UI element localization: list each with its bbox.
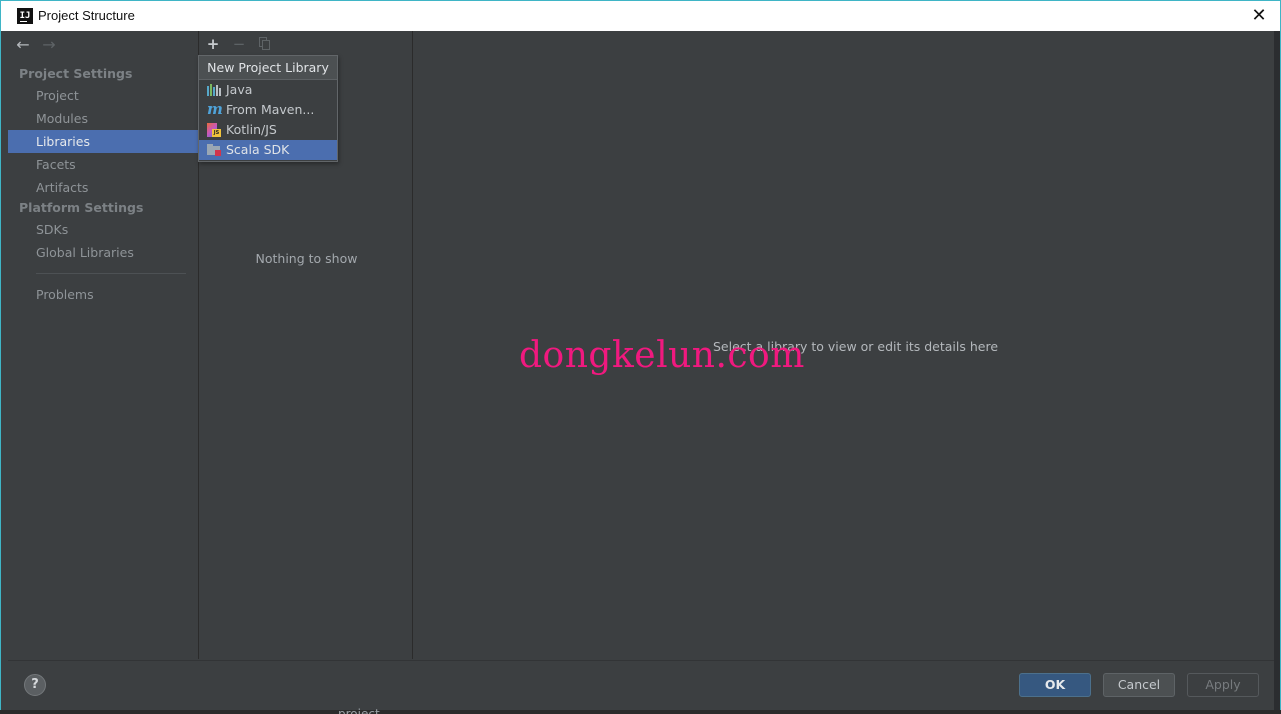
maven-icon: m xyxy=(207,100,223,118)
settings-sidebar: ← → Project Settings Project Modules Lib… xyxy=(8,31,198,659)
popup-item-from-maven[interactable]: m From Maven... xyxy=(199,100,337,120)
apply-button[interactable]: Apply xyxy=(1187,673,1259,697)
sidebar-divider xyxy=(36,273,186,274)
new-project-library-popup: New Project Library Java m From Maven...… xyxy=(198,55,338,162)
sidebar-item-facets[interactable]: Facets xyxy=(8,153,198,176)
platform-settings-header: Platform Settings xyxy=(19,200,144,215)
sidebar-item-global-libraries[interactable]: Global Libraries xyxy=(8,241,198,264)
popup-item-label: Kotlin/JS xyxy=(226,122,277,137)
window-title: Project Structure xyxy=(38,8,135,23)
background-text: project xyxy=(338,707,380,714)
arrow-right-icon[interactable]: → xyxy=(40,35,58,55)
arrow-left-icon[interactable]: ← xyxy=(14,35,32,55)
help-button[interactable]: ? xyxy=(24,674,46,696)
ok-button[interactable]: OK xyxy=(1019,673,1091,697)
background-window-strip xyxy=(0,710,1281,714)
scala-sdk-icon xyxy=(207,143,221,157)
sidebar-item-problems[interactable]: Problems xyxy=(8,283,198,306)
popup-item-java[interactable]: Java xyxy=(199,80,337,100)
watermark-text: dongkelun.com xyxy=(519,335,805,376)
window-edge-strip xyxy=(1274,31,1280,713)
popup-item-label: From Maven... xyxy=(226,102,315,117)
popup-item-label: Java xyxy=(226,82,253,97)
kotlin-js-icon: JS xyxy=(207,123,221,137)
intellij-logo-icon: IJ xyxy=(17,8,33,24)
empty-list-text: Nothing to show xyxy=(255,251,358,266)
popup-header: New Project Library xyxy=(199,56,337,80)
sidebar-item-sdks[interactable]: SDKs xyxy=(8,218,198,241)
sidebar-item-project[interactable]: Project xyxy=(8,84,198,107)
project-settings-header: Project Settings xyxy=(19,66,133,81)
sidebar-item-modules[interactable]: Modules xyxy=(8,107,198,130)
project-structure-dialog: IJ Project Structure ✕ ← → Project Setti… xyxy=(0,0,1281,714)
sidebar-item-artifacts[interactable]: Artifacts xyxy=(8,176,198,199)
remove-library-button[interactable]: − xyxy=(230,35,248,53)
title-bar[interactable]: IJ Project Structure ✕ xyxy=(1,1,1280,31)
copy-library-button[interactable] xyxy=(256,35,274,53)
java-library-icon xyxy=(207,83,221,97)
cancel-button[interactable]: Cancel xyxy=(1103,673,1175,697)
close-icon[interactable]: ✕ xyxy=(1248,5,1270,27)
navigation-toolbar: ← → xyxy=(8,31,198,59)
popup-item-scala-sdk[interactable]: Scala SDK xyxy=(199,140,337,160)
popup-item-label: Scala SDK xyxy=(226,142,290,157)
library-details-panel: Select a library to view or edit its det… xyxy=(414,31,1274,659)
copy-icon-front xyxy=(262,40,270,50)
add-library-button[interactable]: + xyxy=(204,35,222,53)
popup-item-kotlin-js[interactable]: JS Kotlin/JS xyxy=(199,120,337,140)
dialog-button-bar: ? OK Cancel Apply xyxy=(8,660,1274,711)
sidebar-item-libraries[interactable]: Libraries xyxy=(8,130,198,153)
